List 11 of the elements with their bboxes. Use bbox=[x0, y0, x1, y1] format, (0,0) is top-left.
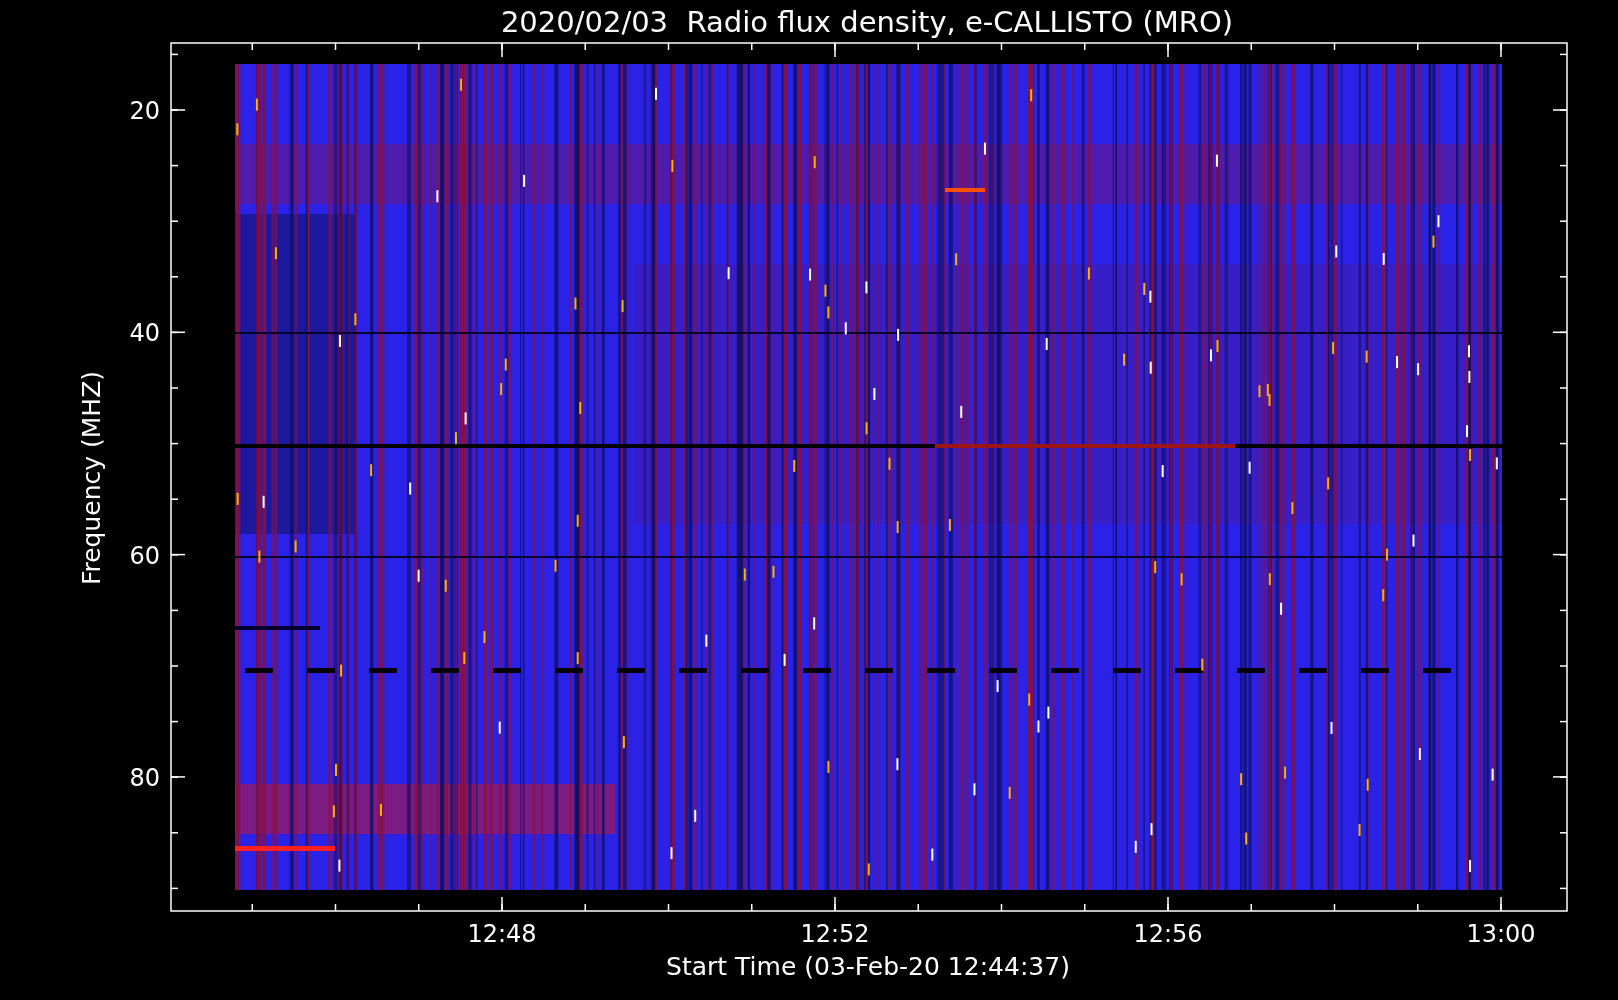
x-tick-label: 12:52 bbox=[800, 920, 870, 948]
y-tick-label: 80 bbox=[129, 763, 160, 792]
x-tick-label: 12:48 bbox=[467, 920, 537, 948]
x-axis-label: Start Time (03-Feb-20 12:44:37) bbox=[666, 952, 1070, 981]
y-tick-label: 20 bbox=[129, 97, 160, 125]
x-tick-label: 13:00 bbox=[1466, 920, 1536, 948]
plot-title: 2020/02/03 Radio flux density, e-CALLISTO (MRO) bbox=[500, 5, 1234, 39]
y-tick-label: 40 bbox=[129, 319, 160, 348]
y-axis-label: Frequency (MHZ) bbox=[77, 370, 106, 586]
y-tick-label: 60 bbox=[129, 541, 160, 570]
x-tick-label: 12:56 bbox=[1133, 920, 1203, 948]
